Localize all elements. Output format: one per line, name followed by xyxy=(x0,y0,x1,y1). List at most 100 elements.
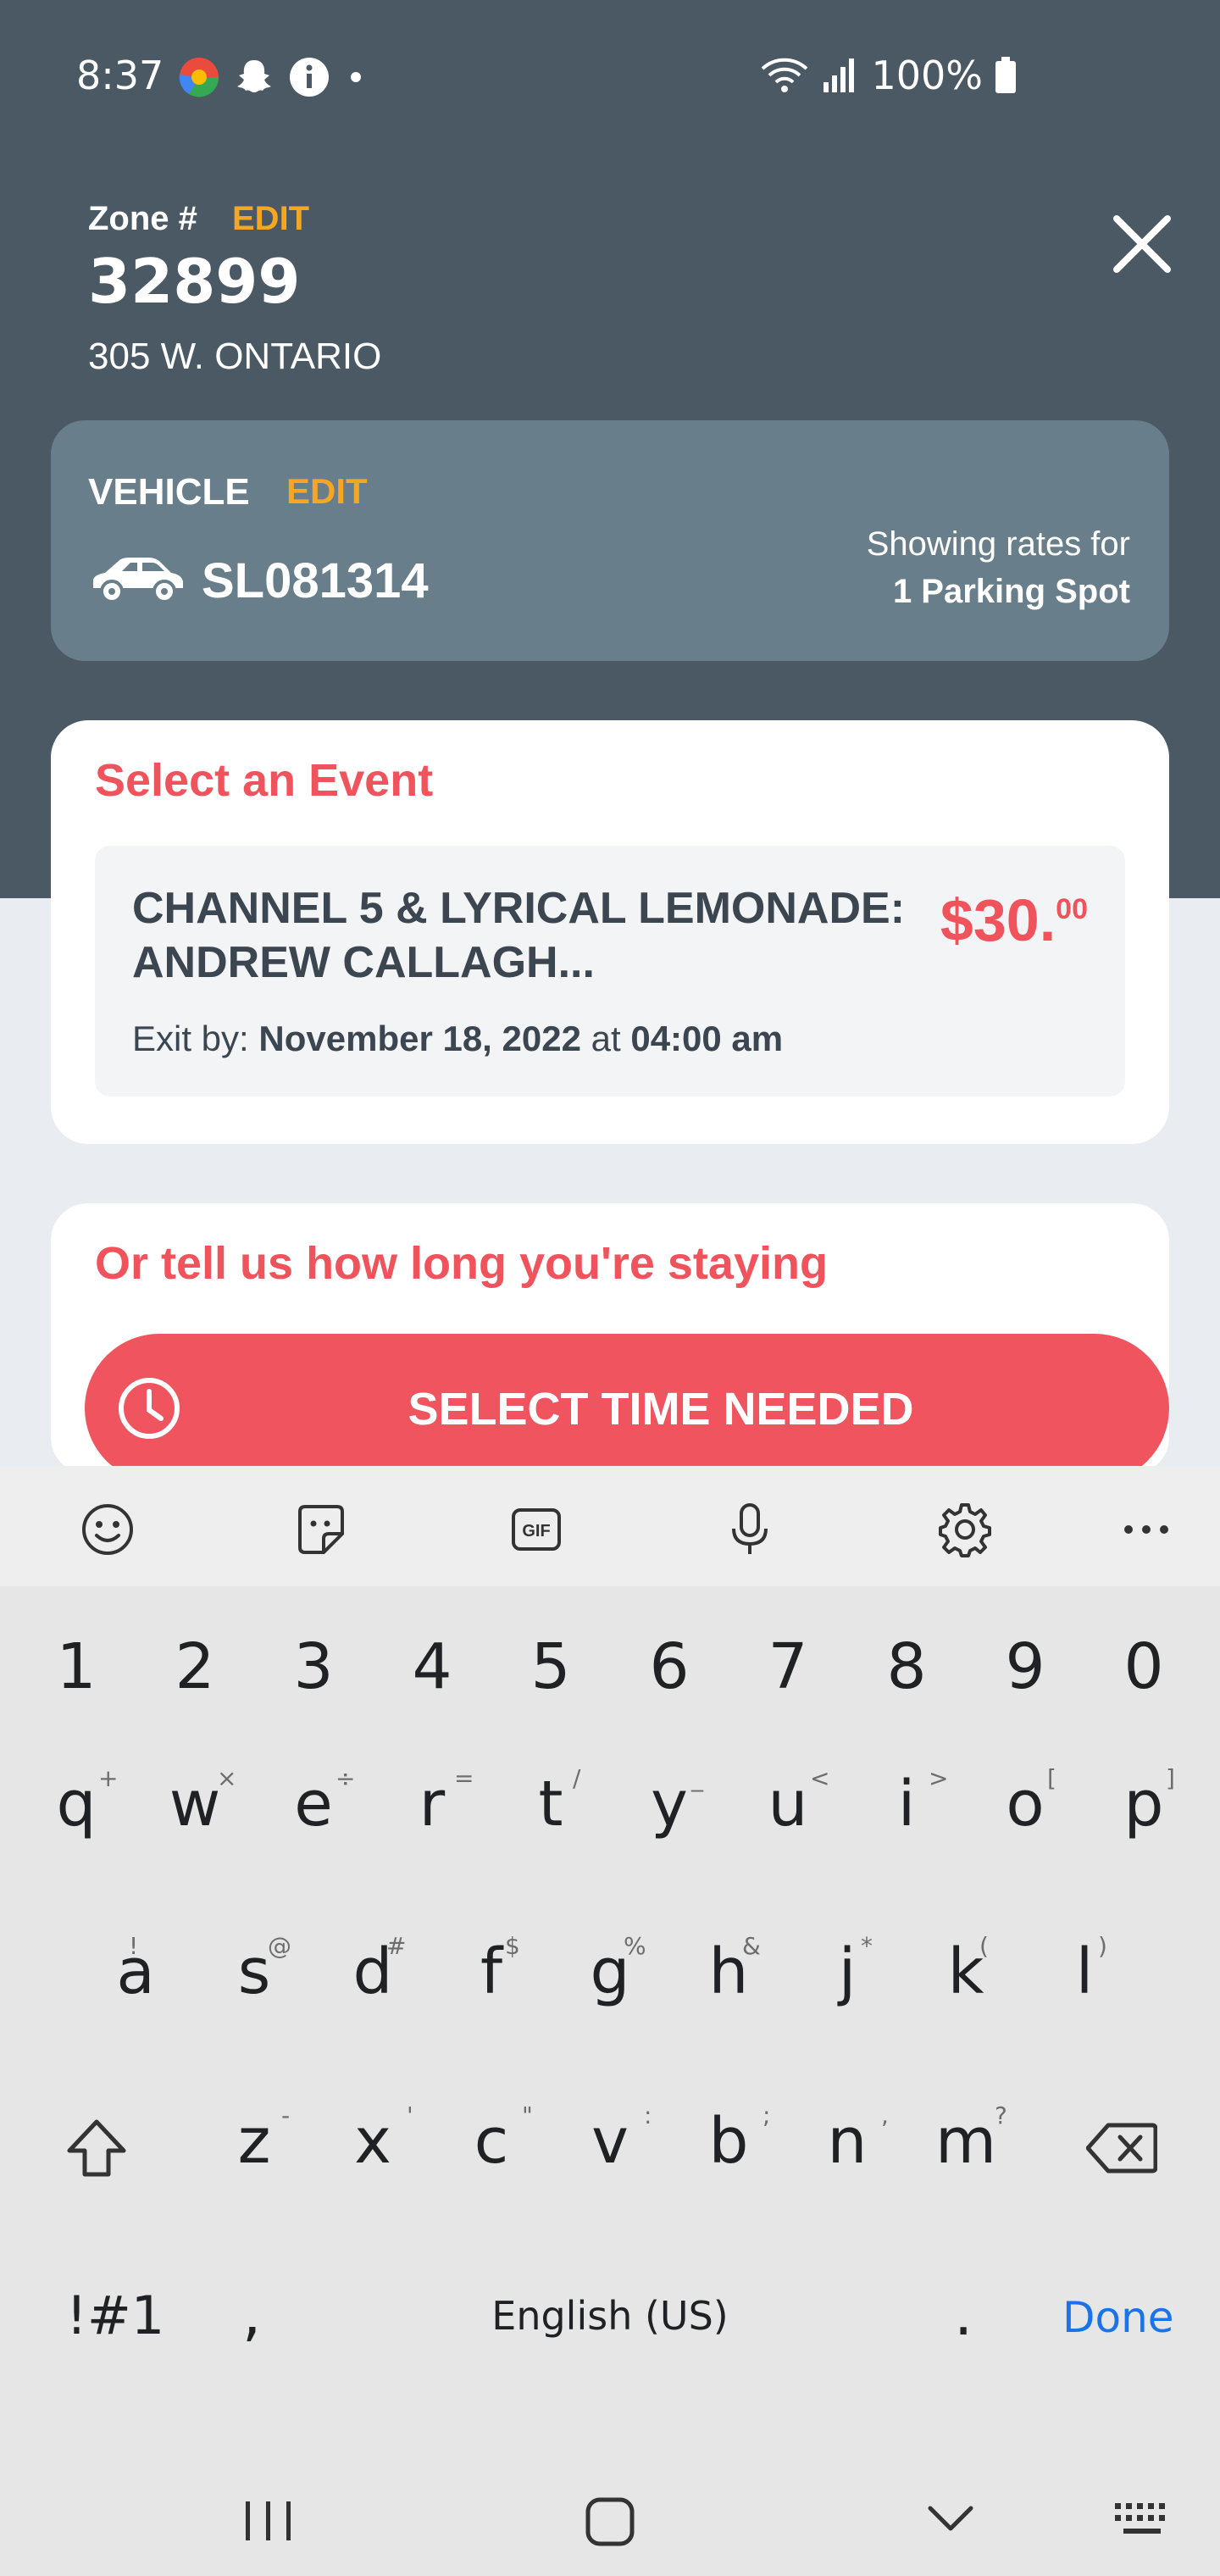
key-hint: $ xyxy=(505,1932,520,1960)
vehicle-edit-button[interactable]: EDIT xyxy=(286,471,368,512)
notification-icons xyxy=(178,56,361,98)
key-c[interactable]: " c xyxy=(449,2101,534,2178)
space-bar[interactable]: English (US) xyxy=(458,2293,762,2339)
done-key[interactable]: Done xyxy=(1062,2293,1174,2342)
hide-keyboard-icon[interactable] xyxy=(925,2501,976,2535)
key-n[interactable]: ,n xyxy=(805,2101,890,2178)
key-t[interactable]: / t xyxy=(508,1764,593,1840)
key-label: v xyxy=(591,2105,629,2178)
recent-apps-icon[interactable] xyxy=(241,2500,297,2542)
key-hint: _ xyxy=(691,1764,703,1792)
event-price: $30.00 xyxy=(940,886,1088,954)
key-label: n xyxy=(827,2105,868,2178)
event-exit-info: Exit by: November 18, 2022 at 04:00 am xyxy=(132,1019,783,1059)
chrome-icon xyxy=(179,58,219,97)
microphone-icon[interactable] xyxy=(720,1500,779,1559)
exit-date: November 18, 2022 xyxy=(258,1019,581,1058)
zone-address: 305 W. ONTARIO xyxy=(88,336,382,377)
key-0[interactable]: 0 xyxy=(1101,1630,1186,1703)
key-o[interactable]: [o xyxy=(983,1764,1068,1840)
key-v[interactable]: :v xyxy=(568,2101,652,2178)
event-price-main: $30. xyxy=(940,887,1056,953)
battery-icon xyxy=(995,57,1016,93)
key-k[interactable]: (k xyxy=(923,1932,1008,2008)
key-r[interactable]: = r xyxy=(390,1764,474,1840)
key-i[interactable]: > i xyxy=(864,1764,949,1840)
home-icon[interactable] xyxy=(585,2496,635,2547)
key-hint: < xyxy=(810,1764,830,1792)
status-time: 8:37 xyxy=(76,53,164,98)
backspace-icon[interactable] xyxy=(1086,2122,1157,2174)
key-label: l xyxy=(1075,1935,1094,2008)
key-7[interactable]: 7 xyxy=(746,1630,830,1703)
rates-caption: Showing rates for xyxy=(866,525,1130,563)
key-w[interactable]: × w xyxy=(152,1764,237,1840)
key-9[interactable]: 9 xyxy=(983,1630,1068,1703)
comma-key[interactable]: , xyxy=(242,2279,261,2349)
event-title: CHANNEL 5 & LYRICAL LEMONADE: ANDREW CAL… xyxy=(132,884,906,987)
zone-number: 32899 xyxy=(88,246,301,317)
settings-gear-icon[interactable] xyxy=(935,1500,995,1559)
key-6[interactable]: 6 xyxy=(627,1630,712,1703)
key-8[interactable]: 8 xyxy=(864,1630,949,1703)
key-a[interactable]: ! a xyxy=(93,1932,178,2008)
key-p[interactable]: ] p xyxy=(1101,1764,1186,1840)
event-heading: Select an Event xyxy=(95,755,434,806)
key-j[interactable]: * j xyxy=(805,1932,890,2008)
key-g[interactable]: % g xyxy=(568,1932,652,2008)
license-plate: SL081314 xyxy=(202,553,429,608)
more-notifications-dot xyxy=(351,72,361,82)
key-4[interactable]: 4 xyxy=(390,1630,474,1703)
zone-edit-button[interactable]: EDIT xyxy=(232,200,309,238)
key-1[interactable]: 1 xyxy=(34,1630,119,1703)
key-y[interactable]: _ y xyxy=(627,1764,712,1840)
more-options-icon[interactable] xyxy=(1117,1500,1176,1559)
keyboard-switch-icon[interactable] xyxy=(1113,2501,1173,2540)
key-l[interactable]: ) l xyxy=(1042,1932,1127,2008)
key-3[interactable]: 3 xyxy=(271,1630,356,1703)
snapchat-icon xyxy=(237,60,271,92)
key-hint: × xyxy=(217,1764,237,1792)
key-hint: ÷ xyxy=(336,1764,356,1792)
key-5[interactable]: 5 xyxy=(508,1630,593,1703)
key-x[interactable]: ' x xyxy=(330,2101,415,2178)
soft-keyboard: GIF 1 2 3 4 5 6 7 8 9 0 + q × w ÷ e = r / t xyxy=(0,1466,1220,2576)
exit-at: at xyxy=(591,1019,621,1058)
key-hint: ! xyxy=(129,1932,139,1960)
key-hint: - xyxy=(281,2101,291,2129)
key-hint: ( xyxy=(979,1932,989,1960)
select-time-button[interactable]: SELECT TIME NEEDED xyxy=(85,1334,1169,1483)
key-z[interactable]: -z xyxy=(212,2101,297,2178)
key-u[interactable]: < u xyxy=(746,1764,830,1840)
sticker-icon[interactable] xyxy=(291,1500,351,1559)
key-b[interactable]: ; b xyxy=(686,2101,771,2178)
event-card: Select an Event CHANNEL 5 & LYRICAL LEMO… xyxy=(51,720,1169,1144)
symbols-key[interactable]: !#1 xyxy=(66,2285,164,2346)
vehicle-card: VEHICLE EDIT SL081314 Showing rates for … xyxy=(51,420,1169,661)
key-hint: " xyxy=(522,2101,533,2129)
key-f[interactable]: $ f xyxy=(449,1932,534,2008)
key-2[interactable]: 2 xyxy=(152,1630,237,1703)
key-m[interactable]: ? m xyxy=(923,2101,1008,2178)
navigation-bar xyxy=(0,2466,1220,2576)
period-key[interactable]: . xyxy=(954,2279,973,2349)
key-d[interactable]: # d xyxy=(330,1932,415,2008)
event-list-item[interactable]: CHANNEL 5 & LYRICAL LEMONADE: ANDREW CAL… xyxy=(95,846,1125,1096)
key-q[interactable]: + q xyxy=(34,1764,119,1840)
emoji-icon[interactable] xyxy=(78,1500,137,1559)
key-hint: ] xyxy=(1166,1764,1175,1792)
key-hint: @ xyxy=(268,1932,291,1960)
gif-icon[interactable]: GIF xyxy=(507,1500,566,1559)
close-icon[interactable] xyxy=(1110,212,1174,276)
key-e[interactable]: ÷ e xyxy=(271,1764,356,1840)
key-hint: & xyxy=(742,1932,761,1960)
key-s[interactable]: @ s xyxy=(212,1932,297,2008)
battery-percent: 100% xyxy=(871,53,983,98)
shift-icon[interactable] xyxy=(63,2115,130,2183)
key-hint: ? xyxy=(995,2101,1007,2129)
vehicle-label: VEHICLE xyxy=(88,471,250,513)
exit-time: 04:00 am xyxy=(630,1019,784,1058)
key-hint: , xyxy=(881,2101,889,2129)
key-hint: [ xyxy=(1047,1764,1056,1792)
key-h[interactable]: & h xyxy=(686,1932,771,2008)
